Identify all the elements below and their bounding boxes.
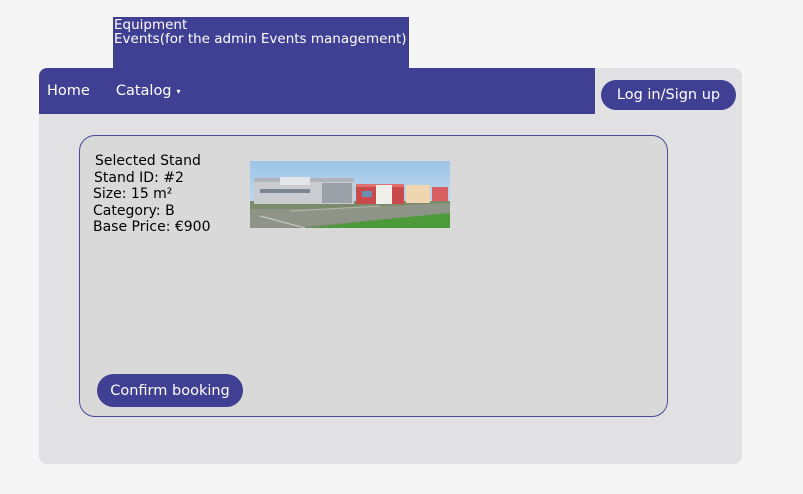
page: Equipment Events(for the admin Events ma… [0,0,803,494]
confirm-booking-button[interactable]: Confirm booking [97,374,243,407]
login-signup-button[interactable]: Log in/Sign up [601,80,736,110]
navbar: Home Catalog ▾ [39,68,595,114]
app-title-line2: Events(for the admin Events management) [114,31,407,47]
stand-details-card: Selected Stand Stand ID: #2 Size: 15 m² … [79,135,668,417]
nav-catalog-label: Catalog [115,83,172,99]
main-frame: Home Catalog ▾ Log in/Sign up Selected St… [39,68,742,464]
app-title-tab: Equipment Events(for the admin Events ma… [113,17,409,68]
nav-home-link[interactable]: Home [47,83,90,99]
stand-heading: Selected Stand [95,153,201,169]
nav-catalog-dropdown[interactable]: Catalog ▾ [116,83,181,99]
stand-size: Size: 15 m² [93,186,173,203]
stand-category: Category: B [93,202,175,219]
stand-id: Stand ID: #2 [94,169,184,186]
stand-photo [250,161,450,228]
stand-base-price: Base Price: €900 [93,219,211,236]
stand-details: Selected Stand Stand ID: #2 Size: 15 m² … [93,153,211,236]
app-title-line1: Equipment [114,17,188,33]
chevron-down-icon: ▾ [176,86,181,96]
